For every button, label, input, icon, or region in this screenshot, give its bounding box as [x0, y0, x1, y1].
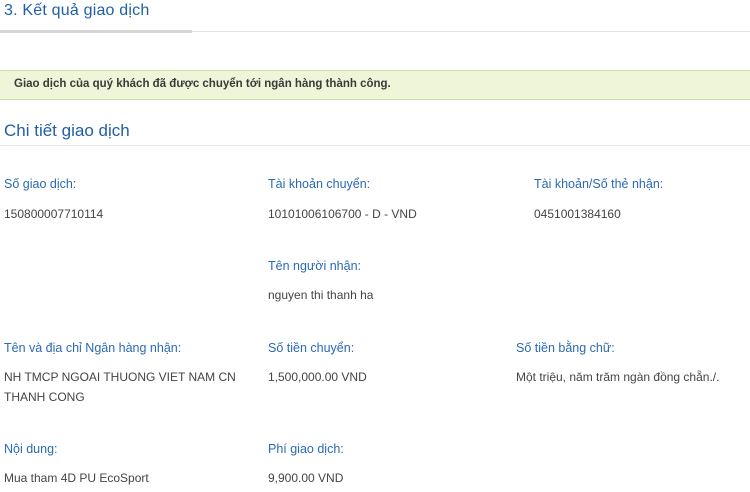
amount-label: Số tiền chuyển: [268, 341, 355, 355]
step-title: 3. Kết quả giao dịch [4, 2, 150, 19]
content-label: Nội dung: [4, 442, 58, 456]
amount-value: 1,500,000.00 VND [268, 370, 367, 384]
bank-label: Tên và địa chỉ Ngân hàng nhận: [4, 341, 182, 355]
from-account-value: 10101006106700 - D - VND [268, 207, 417, 221]
fee-value: 9,900.00 VND [268, 471, 344, 485]
recipient-name-value: nguyen thi thanh ha [268, 288, 374, 302]
to-account-value: 0451001384160 [534, 207, 621, 221]
bank-value: NH TMCP NGOAI THUONG VIET NAM CN THANH C… [4, 370, 236, 404]
to-account-label: Tài khoản/Số thẻ nhận: [534, 177, 664, 191]
amount-words-value: Một triệu, năm trăm ngàn đồng chẵn./. [516, 370, 720, 384]
section-title: Chi tiết giao dịch [4, 121, 130, 140]
from-account-label: Tài khoản chuyển: [268, 177, 371, 191]
content-value: Mua tham 4D PU EcoSport [4, 471, 149, 485]
amount-words-label: Số tiền bằng chữ: [516, 341, 615, 355]
step-title-divider [192, 31, 750, 32]
transaction-no-label: Số giao dịch: [4, 177, 77, 191]
section-divider [0, 145, 750, 146]
step-title-underline [0, 30, 192, 33]
success-message: Giao dịch của quý khách đã được chuyển t… [14, 78, 391, 90]
transaction-no-value: 150800007710114 [4, 207, 104, 221]
success-banner: Giao dịch của quý khách đã được chuyển t… [0, 70, 750, 100]
fee-label: Phí giao dịch: [268, 442, 344, 456]
recipient-name-label: Tên người nhận: [268, 259, 362, 273]
